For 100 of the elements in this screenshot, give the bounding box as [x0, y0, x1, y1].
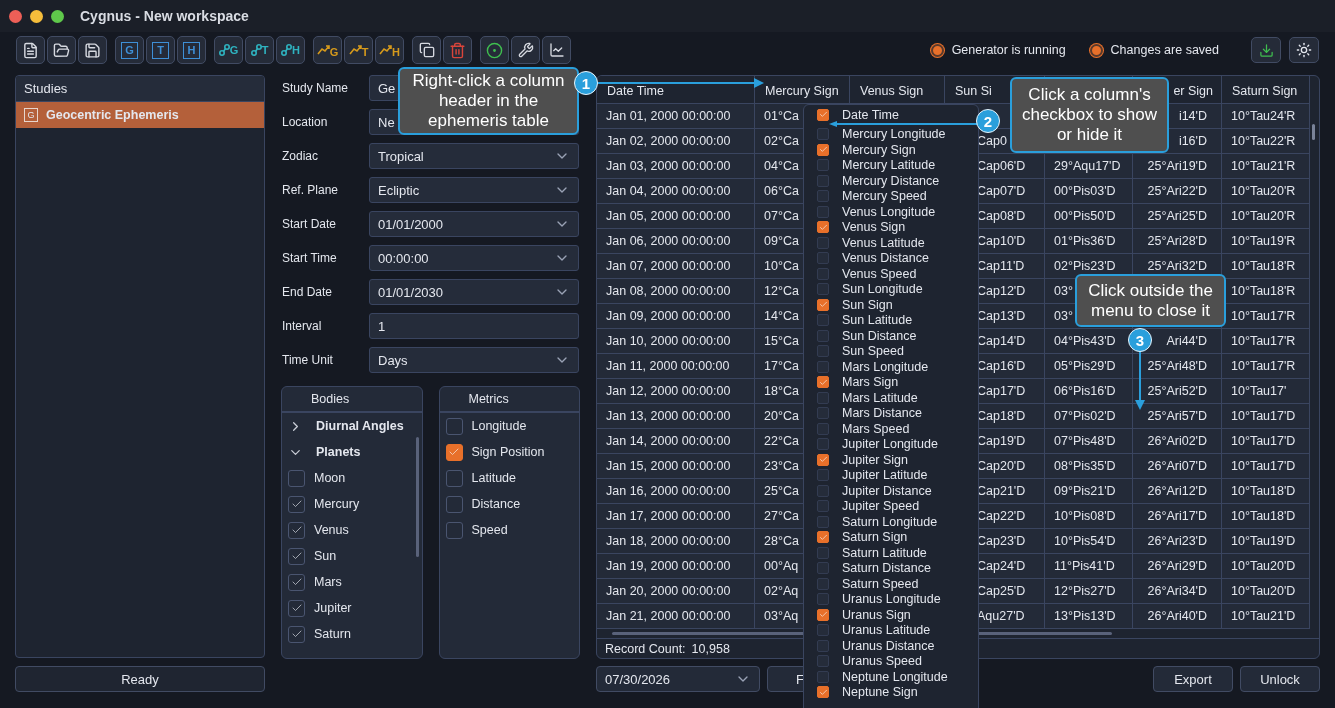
checkbox[interactable] [288, 547, 305, 565]
download-button[interactable] [1251, 37, 1281, 63]
checkbox[interactable] [817, 283, 829, 296]
checkbox[interactable] [817, 515, 829, 528]
checkbox[interactable] [445, 521, 463, 539]
checkbox[interactable] [817, 329, 829, 342]
checkbox[interactable] [817, 686, 829, 699]
checkbox[interactable] [817, 128, 829, 141]
step-badge: 1 [574, 71, 598, 95]
table-cell: 26°Ari40'D [1133, 604, 1222, 629]
checkbox[interactable] [817, 236, 829, 249]
dropdown-field[interactable]: 01/01/2000 [369, 211, 579, 237]
checkbox[interactable] [445, 495, 463, 513]
column-header[interactable]: Date Time [597, 76, 755, 104]
checkbox[interactable] [817, 391, 829, 404]
toolbar-button[interactable] [78, 36, 107, 64]
checkbox[interactable] [817, 639, 829, 652]
checkbox[interactable] [817, 267, 829, 280]
checkbox[interactable] [817, 500, 829, 513]
checkbox[interactable] [817, 670, 829, 683]
dropdown-field[interactable]: 00:00:00 [369, 245, 579, 271]
checkbox[interactable] [817, 174, 829, 187]
toolbar-button[interactable] [16, 36, 45, 64]
checkbox[interactable] [817, 484, 829, 497]
checkbox[interactable] [817, 376, 829, 389]
checkbox[interactable] [817, 159, 829, 172]
checkbox[interactable] [817, 407, 829, 420]
checkbox[interactable] [817, 562, 829, 575]
checkbox[interactable] [288, 573, 305, 591]
scrollbar[interactable] [415, 437, 419, 557]
checkbox[interactable] [817, 655, 829, 668]
checkbox[interactable] [445, 469, 463, 487]
checkbox[interactable] [817, 469, 829, 482]
sun-icon [1296, 42, 1312, 58]
theme-button[interactable] [1289, 37, 1319, 63]
scrollbar[interactable] [1312, 124, 1315, 140]
checkbox[interactable] [817, 298, 829, 311]
checkbox[interactable] [817, 143, 829, 156]
dropdown-field[interactable]: Ecliptic [369, 177, 579, 203]
checkbox[interactable] [817, 577, 829, 590]
checkbox[interactable] [817, 190, 829, 203]
checkbox[interactable] [817, 608, 829, 621]
toolbar-button[interactable]: G [115, 36, 144, 64]
column-header[interactable]: Mercury Sign [755, 76, 850, 104]
menu-item[interactable]: Uranus Speed [804, 653, 978, 669]
checkbox[interactable] [288, 521, 305, 539]
toolbar-button[interactable]: G [313, 36, 342, 64]
toolbar-button[interactable]: H [375, 36, 404, 64]
tree-group[interactable]: Planets [282, 439, 422, 465]
checkbox[interactable] [288, 625, 305, 643]
menu-item[interactable]: Uranus Distance [804, 638, 978, 654]
toolbar-button[interactable]: H [276, 36, 305, 64]
close-button[interactable] [9, 9, 22, 23]
tree-group[interactable]: Diurnal Angles [282, 413, 422, 439]
dropdown-field[interactable]: Tropical [369, 143, 579, 169]
toolbar-button[interactable] [412, 36, 441, 64]
checkbox[interactable] [288, 599, 305, 617]
checkbox[interactable] [817, 221, 829, 234]
toolbar-button[interactable] [511, 36, 540, 64]
checkbox[interactable] [817, 422, 829, 435]
toolbar-button[interactable] [47, 36, 76, 64]
checkbox[interactable] [817, 624, 829, 637]
toolbar-button[interactable]: G [214, 36, 243, 64]
checkbox[interactable] [817, 314, 829, 327]
toolbar-button[interactable] [480, 36, 509, 64]
checkbox[interactable] [817, 546, 829, 559]
input-field[interactable]: 1 [369, 313, 579, 339]
export-button[interactable]: Export [1153, 666, 1233, 692]
date-dropdown[interactable]: 07/30/2026 [596, 666, 760, 692]
checkbox[interactable] [817, 345, 829, 358]
checkbox[interactable] [288, 469, 305, 487]
checkbox[interactable] [817, 205, 829, 218]
toolbar-button[interactable]: T [245, 36, 274, 64]
checkbox[interactable] [817, 360, 829, 373]
checkbox[interactable] [817, 531, 829, 544]
status-button[interactable]: Ready [15, 666, 265, 692]
column-header[interactable]: Saturn Sign [1222, 76, 1310, 104]
minimize-button[interactable] [30, 9, 43, 23]
table-cell: 10°Tau17'R [1222, 304, 1310, 329]
body-label: Moon [314, 471, 346, 485]
toolbar-button[interactable]: T [146, 36, 175, 64]
checkbox[interactable] [288, 495, 305, 513]
checkbox[interactable] [817, 593, 829, 606]
zoom-button[interactable] [51, 9, 64, 23]
toolbar-button[interactable]: H [177, 36, 206, 64]
checkbox[interactable] [817, 453, 829, 466]
study-item[interactable]: G Geocentric Ephemeris [16, 102, 264, 128]
dropdown-field[interactable]: 01/01/2030 [369, 279, 579, 305]
checkbox[interactable] [445, 443, 463, 461]
checkbox[interactable] [817, 252, 829, 265]
toolbar-button[interactable] [542, 36, 571, 64]
table-cell: Jan 05, 2000 00:00:00 [597, 204, 755, 229]
checkbox[interactable] [817, 438, 829, 451]
toolbar-button[interactable]: T [344, 36, 373, 64]
column-header[interactable]: Venus Sign [850, 76, 945, 104]
dropdown-field[interactable]: Days [369, 347, 579, 373]
checkbox[interactable] [445, 417, 463, 435]
unlock-button[interactable]: Unlock [1240, 666, 1320, 692]
table-cell: 26°Ari12'D [1133, 479, 1222, 504]
checkbox[interactable] [817, 108, 829, 121]
